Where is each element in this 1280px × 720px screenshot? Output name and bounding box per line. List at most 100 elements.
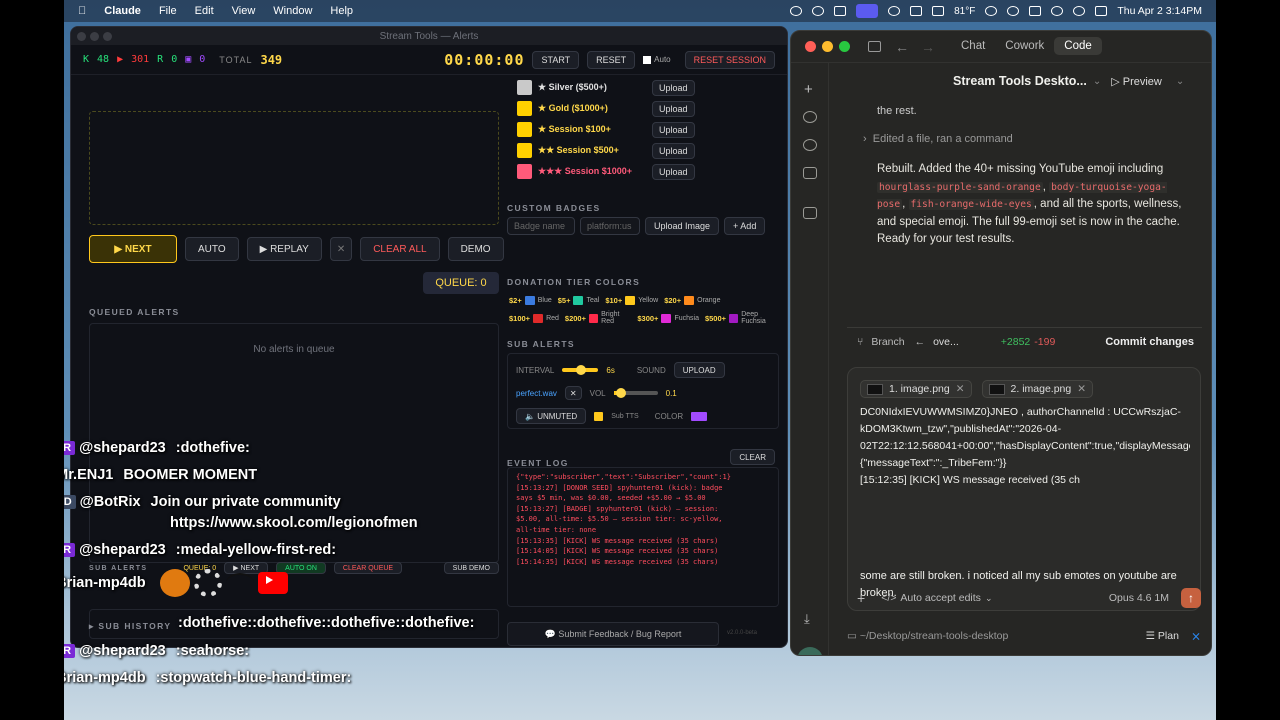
app-menu[interactable]: Claude (104, 5, 141, 17)
sparkle-icon[interactable] (888, 6, 901, 16)
minimize-button[interactable] (822, 41, 833, 52)
back-icon[interactable]: ← (895, 39, 909, 55)
auto-checkbox[interactable] (643, 55, 652, 64)
tier-name: Orange (697, 296, 721, 304)
display-icon[interactable] (910, 6, 923, 16)
next-button[interactable]: ▶ NEXT (89, 235, 177, 263)
tool-summary[interactable]: › Edited a file, ran a command (863, 133, 1013, 145)
weather[interactable]: 81°F (954, 6, 975, 17)
history-icon[interactable] (803, 139, 817, 151)
upload-button[interactable]: Upload (652, 121, 695, 138)
badge-name-input[interactable]: Badge name (507, 217, 575, 235)
close-icon[interactable]: ✕ (956, 383, 965, 395)
sound-file: perfect.wav (516, 388, 557, 398)
claude-logo-icon[interactable] (797, 647, 823, 655)
clear-log-button[interactable]: CLEAR (730, 449, 775, 465)
menu-window[interactable]: Window (273, 5, 312, 17)
working-directory[interactable]: ~/Desktop/stream-tools-desktop (860, 630, 1009, 642)
menu-view[interactable]: View (232, 5, 256, 17)
auto-accept-dropdown[interactable]: Auto accept edits (900, 592, 981, 604)
wifi-icon[interactable] (1051, 6, 1064, 16)
close-icon[interactable]: ✕ (1077, 383, 1086, 395)
menu-file[interactable]: File (159, 5, 177, 17)
apple-icon[interactable]:  (78, 5, 86, 17)
project-name[interactable]: Stream Tools Deskto... (953, 74, 1087, 88)
tier-swatch[interactable] (684, 295, 695, 305)
reset-button[interactable]: RESET (587, 50, 636, 69)
clear-queue-button[interactable]: CLEAR QUEUE (333, 562, 403, 574)
control-center-icon[interactable] (1095, 6, 1108, 16)
upload-image-button[interactable]: Upload Image (645, 217, 720, 235)
reset-session-button[interactable]: RESET SESSION (684, 50, 775, 69)
attachment-chip[interactable]: 1. image.png ✕ (860, 380, 972, 398)
commit-changes-button[interactable]: Commit changes (1105, 336, 1194, 348)
volume-slider[interactable] (613, 388, 658, 398)
sub-demo-button[interactable]: SUB DEMO (443, 562, 499, 574)
upload-button[interactable]: Upload (652, 100, 695, 117)
sub-history-toggle[interactable]: ▸ SUB HISTORY (89, 621, 171, 632)
battery-icon[interactable] (1029, 6, 1042, 16)
play-icon[interactable] (1007, 6, 1020, 16)
forward-icon[interactable]: → (921, 39, 935, 55)
grammarly-icon[interactable] (985, 6, 998, 16)
vscode-icon[interactable]: ⨯ (1191, 629, 1201, 643)
zoom-button[interactable] (839, 41, 850, 52)
tab-cowork[interactable]: Cowork (995, 37, 1054, 55)
submit-feedback-button[interactable]: 💬 Submit Feedback / Bug Report (507, 622, 719, 646)
send-icon[interactable]: ↑ (1181, 588, 1201, 608)
preview-button[interactable]: ▷ Preview (1111, 75, 1162, 88)
close-button[interactable] (805, 41, 816, 52)
tier-swatch[interactable] (589, 313, 599, 323)
tier-swatch[interactable] (573, 295, 584, 305)
stream-tools-icon[interactable] (856, 4, 879, 18)
upload-button[interactable]: Upload (652, 142, 695, 159)
record-icon[interactable] (790, 6, 803, 16)
sub-tts-checkbox[interactable] (594, 411, 604, 421)
tier-swatch[interactable] (661, 313, 672, 323)
plan-button[interactable]: ☰ Plan (1146, 630, 1179, 642)
upload-button[interactable]: Upload (652, 163, 695, 180)
dismiss-button[interactable]: ✕ (329, 237, 353, 261)
clipboard-icon[interactable] (803, 167, 817, 179)
chat-link[interactable]: https://www.skool.com/legionofmen (170, 515, 418, 531)
replay-button[interactable]: ▶ REPLAY (246, 237, 322, 261)
interval-slider[interactable] (562, 365, 599, 375)
sub-color-swatch[interactable] (691, 411, 708, 421)
branch-name[interactable]: ove... (933, 336, 959, 348)
search-icon[interactable] (803, 111, 817, 123)
clear-all-button[interactable]: CLEAR ALL (360, 237, 440, 261)
more-chevron-icon[interactable]: ⌄ (1176, 76, 1184, 87)
menu-edit[interactable]: Edit (195, 5, 214, 17)
upload-button[interactable]: Upload (652, 79, 695, 96)
download-icon[interactable]: ⤓ (804, 611, 810, 627)
search-icon[interactable] (1073, 6, 1086, 16)
chevron-down-icon[interactable]: ⌄ (1093, 76, 1101, 87)
badges-list: ★ Silver ($500+) Upload ★ Gold ($1000+) Up… (507, 77, 779, 182)
prompt-input[interactable]: 1. image.png ✕ 2. image.png ✕ DC0NIdxIEVUW… (847, 367, 1201, 611)
datetime[interactable]: Thu Apr 2 3:14PM (1117, 5, 1202, 17)
model-selector[interactable]: Opus 4.6 1M (1109, 592, 1169, 604)
tier-swatch[interactable] (524, 295, 535, 305)
unmuted-button[interactable]: 🔈 UNMUTED (516, 408, 587, 424)
tab-code[interactable]: Code (1054, 37, 1102, 55)
sidebar-toggle-icon[interactable] (868, 41, 881, 52)
platform-input[interactable]: platform:us (580, 217, 640, 235)
attachment-chip[interactable]: 2. image.png ✕ (981, 380, 1094, 398)
cast-icon[interactable] (834, 6, 847, 16)
calendar-icon[interactable] (932, 6, 945, 16)
menu-help[interactable]: Help (330, 5, 353, 17)
demo-button[interactable]: DEMO (447, 237, 504, 261)
add-icon[interactable]: + (857, 590, 865, 606)
sound-upload-button[interactable]: UPLOAD (673, 362, 725, 378)
add-badge-button[interactable]: + Add (724, 217, 766, 235)
tier-swatch[interactable] (729, 313, 739, 323)
start-button[interactable]: START (532, 50, 580, 69)
briefcase-icon[interactable] (803, 207, 817, 219)
remove-sound-button[interactable]: ✕ (564, 386, 582, 400)
tab-chat[interactable]: Chat (951, 37, 995, 55)
tier-swatch[interactable] (533, 313, 544, 323)
auto-button[interactable]: AUTO (185, 237, 239, 261)
new-chat-icon[interactable]: + (804, 81, 813, 98)
tier-swatch[interactable] (625, 295, 636, 305)
eye-icon[interactable] (812, 6, 825, 16)
